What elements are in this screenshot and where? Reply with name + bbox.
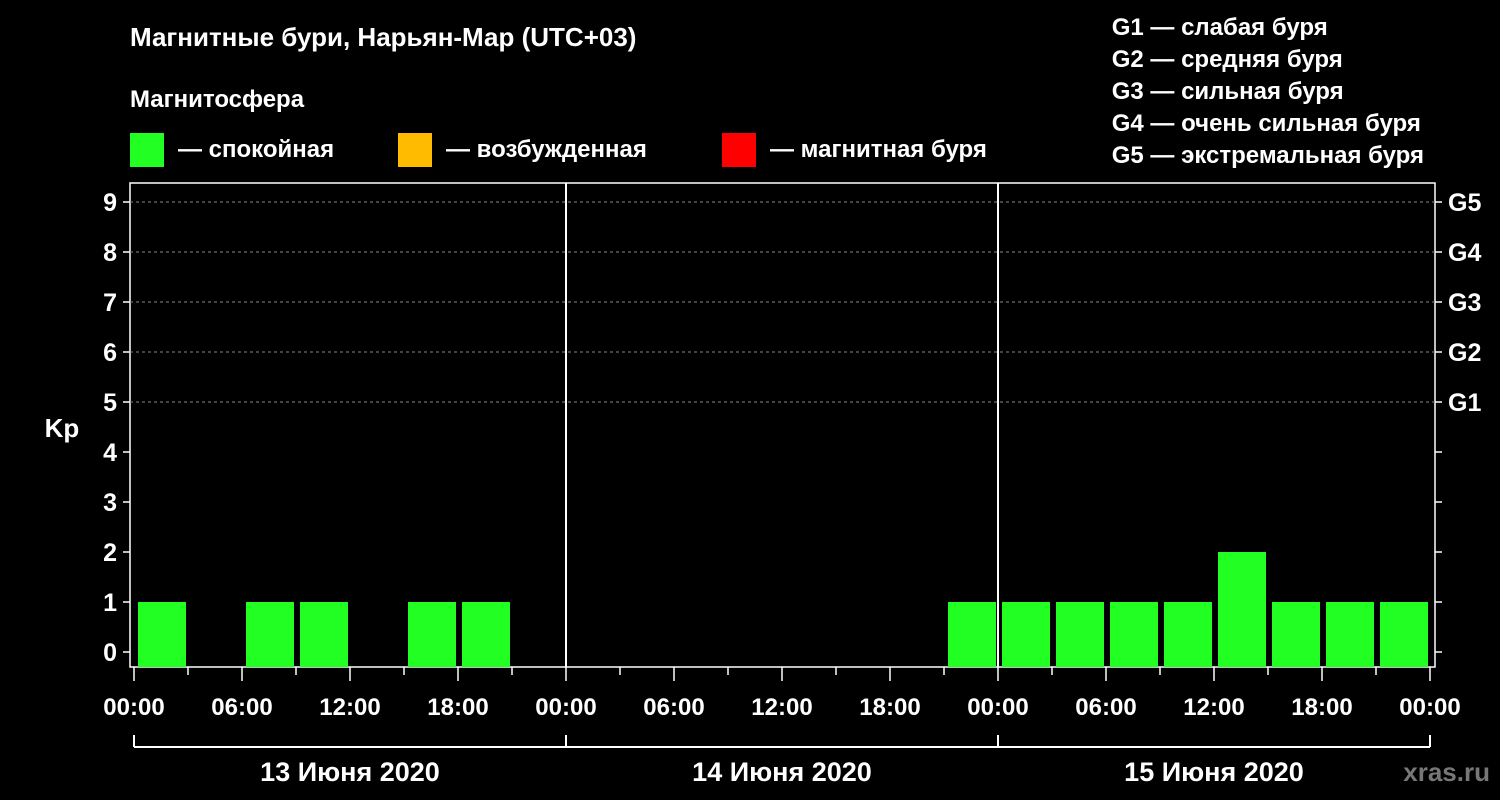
kp-bar-20 — [1218, 552, 1266, 667]
right-axis-label-g1: G1 — [1448, 389, 1481, 417]
watermark: xras.ru — [1403, 757, 1490, 787]
kp-bar-2 — [246, 602, 294, 667]
y-tick-label-0: 0 — [103, 639, 117, 667]
y-tick-label-1: 1 — [103, 589, 117, 617]
x-tick-label-5: 06:00 — [643, 694, 704, 721]
kp-bar-15 — [948, 602, 996, 667]
x-tick-label-0: 00:00 — [103, 694, 164, 721]
y-tick-label-8: 8 — [103, 239, 117, 267]
y-tick-label-5: 5 — [103, 389, 117, 417]
y-tick-label-3: 3 — [103, 489, 117, 517]
kp-bar-22 — [1326, 602, 1374, 667]
day-label-2: 15 Июня 2020 — [1124, 757, 1304, 787]
kp-bar-6 — [462, 602, 510, 667]
x-tick-label-10: 12:00 — [1183, 694, 1244, 721]
x-tick-label-7: 18:00 — [859, 694, 920, 721]
x-tick-label-11: 18:00 — [1291, 694, 1352, 721]
x-tick-label-8: 00:00 — [967, 694, 1028, 721]
kp-bar-0 — [138, 602, 186, 667]
x-tick-label-2: 12:00 — [319, 694, 380, 721]
y-tick-label-7: 7 — [103, 289, 117, 317]
kp-bar-16 — [1002, 602, 1050, 667]
kp-bar-23 — [1380, 602, 1428, 667]
x-tick-label-3: 18:00 — [427, 694, 488, 721]
kp-bar-5 — [408, 602, 456, 667]
kp-chart: 0 1 2 3 4 5 6 7 8 9 G1 G2 G3 G4 G5 Kp 00:00 06:00 12:00 18:… — [45, 182, 1481, 787]
x-tick-label-6: 12:00 — [751, 694, 812, 721]
y-tick-label-4: 4 — [103, 439, 117, 467]
right-axis-label-g2: G2 — [1448, 339, 1481, 367]
x-tick-label-1: 06:00 — [211, 694, 272, 721]
right-axis-label-g4: G4 — [1448, 239, 1481, 267]
y-axis-label: Kp — [45, 413, 80, 443]
kp-bar-3 — [300, 602, 348, 667]
y-tick-label-6: 6 — [103, 339, 117, 367]
day-label-1: 14 Июня 2020 — [692, 757, 872, 787]
kp-bar-17 — [1056, 602, 1104, 667]
right-axis-label-g5: G5 — [1448, 189, 1481, 217]
day-label-0: 13 Июня 2020 — [260, 757, 440, 787]
kp-bar-19 — [1164, 602, 1212, 667]
right-axis-label-g3: G3 — [1448, 289, 1481, 317]
x-tick-label-4: 00:00 — [535, 694, 596, 721]
y-tick-label-2: 2 — [103, 539, 117, 567]
x-tick-label-12: 00:00 — [1399, 694, 1460, 721]
y-tick-label-9: 9 — [103, 189, 117, 217]
x-tick-label-9: 06:00 — [1075, 694, 1136, 721]
kp-bar-21 — [1272, 602, 1320, 667]
kp-bar-18 — [1110, 602, 1158, 667]
